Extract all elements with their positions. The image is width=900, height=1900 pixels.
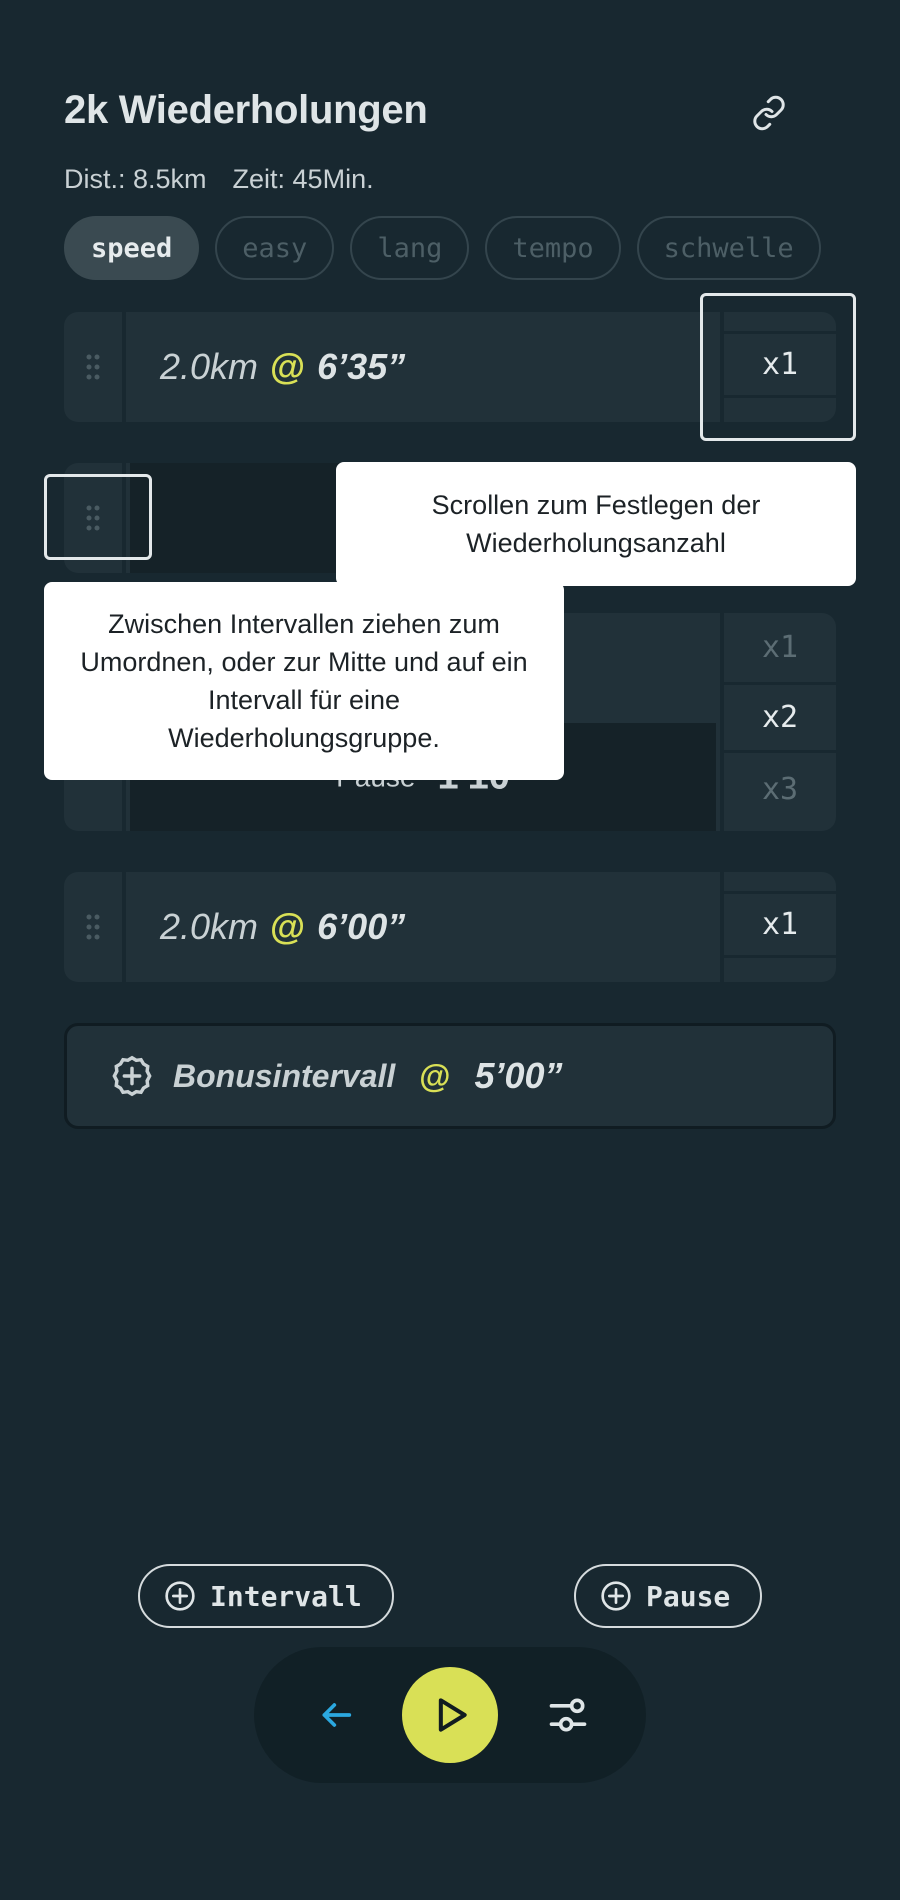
reps-highlight xyxy=(700,293,856,441)
bonus-interval-button[interactable]: Bonusintervall @ 5’00” xyxy=(64,1023,836,1129)
interval-card-4[interactable]: 2.0km @6’00” x1 xyxy=(64,872,836,982)
tag-schwelle[interactable]: schwelle xyxy=(636,216,821,280)
workout-meta: Dist.: 8.5km Zeit: 45Min. xyxy=(64,164,374,195)
sliders-icon xyxy=(549,1698,587,1732)
tag-list: speed easy lang tempo schwelle xyxy=(64,216,844,280)
rep-option[interactable]: x1 xyxy=(724,613,836,685)
bonus-pace: 5’00” xyxy=(474,1055,563,1096)
at-sign: @ xyxy=(419,1057,451,1094)
drag-handle-icon xyxy=(86,354,100,380)
drag-handle-highlight xyxy=(44,474,152,560)
interval-pace: 6’00” xyxy=(317,906,406,947)
plus-circle-icon xyxy=(112,1055,152,1097)
tag-tempo[interactable]: tempo xyxy=(485,216,621,280)
time-text: Zeit: 45Min. xyxy=(232,164,374,194)
page-title: 2k Wiederholungen xyxy=(64,88,428,132)
add-interval-label: Intervall xyxy=(210,1579,362,1613)
add-pause-button[interactable]: Pause xyxy=(574,1564,762,1628)
bottom-dock xyxy=(254,1647,646,1783)
interval-label: 2.0km @6’35” xyxy=(160,346,405,388)
add-pause-label: Pause xyxy=(646,1579,731,1613)
play-icon xyxy=(438,1698,467,1732)
tag-easy[interactable]: easy xyxy=(215,216,335,280)
add-interval-button[interactable]: Intervall xyxy=(138,1564,394,1628)
drag-handle[interactable] xyxy=(64,872,126,982)
interval-distance: 2.0km xyxy=(160,346,259,387)
back-button[interactable] xyxy=(316,1695,356,1740)
drag-handle[interactable] xyxy=(64,312,126,422)
drag-handle-icon xyxy=(86,914,100,940)
rep-option[interactable]: x2 xyxy=(724,685,836,753)
rep-option[interactable]: x3 xyxy=(724,753,836,825)
distance-text: Dist.: 8.5km xyxy=(64,164,207,194)
interval-distance: 2.0km xyxy=(160,906,259,947)
link-icon xyxy=(753,95,785,131)
rep-scroller[interactable]: x1 x2 x3 xyxy=(720,613,836,831)
share-link-button[interactable] xyxy=(748,92,790,134)
plus-circle-icon xyxy=(165,1581,195,1611)
play-button[interactable] xyxy=(402,1667,498,1763)
bonus-label: Bonusintervall xyxy=(173,1057,396,1094)
interval-pace: 6’35” xyxy=(317,346,406,387)
rep-scroller[interactable]: x1 xyxy=(720,872,836,982)
plus-circle-icon xyxy=(601,1581,631,1611)
arrow-left-icon xyxy=(322,1703,352,1727)
tooltip-drag: Zwischen Intervallen ziehen zum Umordnen… xyxy=(44,582,564,780)
settings-button[interactable] xyxy=(546,1693,590,1742)
tag-lang[interactable]: lang xyxy=(350,216,470,280)
rep-spacer xyxy=(724,872,836,894)
at-sign: @ xyxy=(270,906,306,947)
tooltip-reps: Scrollen zum Festlegen der Wiederholungs… xyxy=(336,462,856,586)
at-sign: @ xyxy=(270,346,306,387)
tag-speed[interactable]: speed xyxy=(64,216,200,280)
rep-option[interactable]: x1 xyxy=(724,894,836,958)
interval-label: 2.0km @6’00” xyxy=(160,906,405,948)
